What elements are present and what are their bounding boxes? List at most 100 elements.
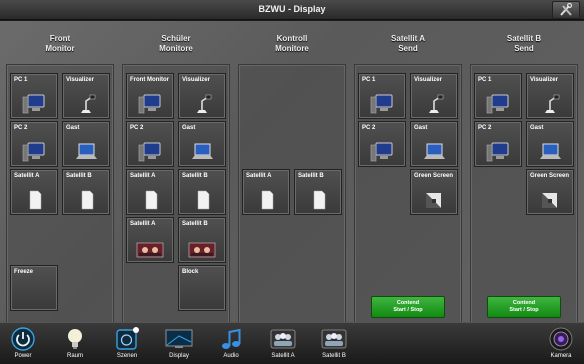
tile-label: Visualizer [530,77,558,83]
tile-label: PC 1 [478,77,492,83]
nav-label: Satellit A [271,353,295,359]
desktop-pc-icon [486,94,509,114]
tile-satellit-b[interactable]: Satellit B [294,169,342,215]
desktop-pc-icon [486,142,509,162]
tile-label: Green Screen [414,173,454,179]
tile-pc2[interactable]: PC 2 [358,121,406,167]
video-feed-icon [188,242,216,258]
panel-kontroll-monitore: Satellit A Satellit B [238,64,346,332]
document-icon [145,190,158,210]
desktop-pc-icon [370,94,393,114]
tile-label: Front Monitor [130,77,169,83]
title-bar: BZWU - Display [0,0,584,20]
display-icon [165,329,193,348]
tile-label: Green Screen [530,173,570,179]
tile-gast[interactable]: Gast [526,121,574,167]
column-title-line2: Monitor [45,44,75,53]
column-title-line2: Send [514,44,534,53]
tile-visualizer[interactable]: Visualizer [410,73,458,119]
lightbulb-icon [68,329,82,349]
green-screen-icon [426,193,441,208]
window-title: BZWU - Display [258,4,326,14]
group-icon [270,329,296,349]
tile-pc2[interactable]: PC 2 [10,121,58,167]
tile-label: Gast [530,125,544,131]
panel-satellit-a-send: PC 1 Visualizer PC 2 Gast Green Screen C… [354,64,462,332]
contend-start-stop-button[interactable]: Contend Start / Stop [487,296,561,318]
nav-szenen[interactable]: Szenen [104,326,150,364]
tile-front-monitor[interactable]: Front Monitor [126,73,174,119]
visualizer-icon [197,94,212,113]
tile-pc1[interactable]: PC 1 [358,73,406,119]
tile-block[interactable]: Block [178,265,226,311]
column-title-line1: Satellit B [506,34,542,43]
tile-label: Freeze [14,269,34,275]
column-title-line1: Front [49,34,71,43]
settings-button[interactable] [552,1,580,19]
tile-satellit-b-video[interactable]: Satellit B [178,217,226,263]
visualizer-icon [429,94,444,113]
desktop-pc-icon [370,142,393,162]
column-header-satellit-a-send: Satellit A Send [360,34,456,54]
visualizer-icon [545,94,560,113]
column-header-satellit-b-send: Satellit B Send [476,34,572,54]
tile-label: Satellit B [182,173,208,179]
desktop-pc-icon [138,94,161,114]
nav-audio[interactable]: Audio [208,326,254,364]
nav-raum[interactable]: Raum [52,326,98,364]
document-icon [261,190,274,210]
desktop-pc-icon [22,142,45,162]
tile-green-screen[interactable]: Green Screen [526,169,574,215]
laptop-icon [540,143,561,159]
tile-label: PC 2 [478,125,492,131]
tile-visualizer[interactable]: Visualizer [62,73,110,119]
desktop-pc-icon [138,142,161,162]
tile-green-screen[interactable]: Green Screen [410,169,458,215]
tile-freeze[interactable]: Freeze [10,265,58,311]
button-label-line2: Start / Stop [393,307,423,313]
tile-satellit-a[interactable]: Satellit A [126,169,174,215]
tile-satellit-b[interactable]: Satellit B [62,169,110,215]
tile-satellit-a-video[interactable]: Satellit A [126,217,174,263]
button-label-line1: Contend [512,300,536,306]
document-icon [29,190,42,210]
nav-label: Szenen [116,353,138,359]
document-icon [197,190,210,210]
nav-display[interactable]: Display [156,326,202,364]
tile-pc2[interactable]: PC 2 [126,121,174,167]
tile-label: Gast [66,125,80,131]
music-note-icon [222,328,241,349]
tile-gast[interactable]: Gast [62,121,110,167]
tile-label: Visualizer [66,77,94,83]
tile-satellit-a[interactable]: Satellit A [242,169,290,215]
tile-satellit-b[interactable]: Satellit B [178,169,226,215]
tile-visualizer[interactable]: Visualizer [178,73,226,119]
document-icon [81,190,94,210]
tile-label: Satellit A [130,221,156,227]
nav-satellit-b[interactable]: Satellit B [311,326,357,364]
nav-satellit-a[interactable]: Satellit A [260,326,306,364]
tile-satellit-a[interactable]: Satellit A [10,169,58,215]
camera-icon [549,327,573,351]
tile-label: Satellit A [246,173,272,179]
tile-label: PC 1 [362,77,376,83]
tile-label: PC 2 [14,125,28,131]
tile-label: Satellit B [298,173,324,179]
tile-label: Block [182,269,199,275]
button-label-line1: Contend [396,300,420,306]
laptop-icon [76,143,97,159]
contend-start-stop-button[interactable]: Contend Start / Stop [371,296,445,318]
laptop-icon [424,143,445,159]
nav-power[interactable]: Power [0,326,46,364]
column-title-line1: Kontroll [276,34,308,43]
nav-label: Display [169,353,189,359]
nav-kamera[interactable]: Kamera [538,326,584,364]
tile-pc1[interactable]: PC 1 [474,73,522,119]
tile-gast[interactable]: Gast [178,121,226,167]
tile-pc2[interactable]: PC 2 [474,121,522,167]
visualizer-icon [81,94,96,113]
tile-pc1[interactable]: PC 1 [10,73,58,119]
tile-visualizer[interactable]: Visualizer [526,73,574,119]
tile-label: Visualizer [414,77,442,83]
tile-gast[interactable]: Gast [410,121,458,167]
